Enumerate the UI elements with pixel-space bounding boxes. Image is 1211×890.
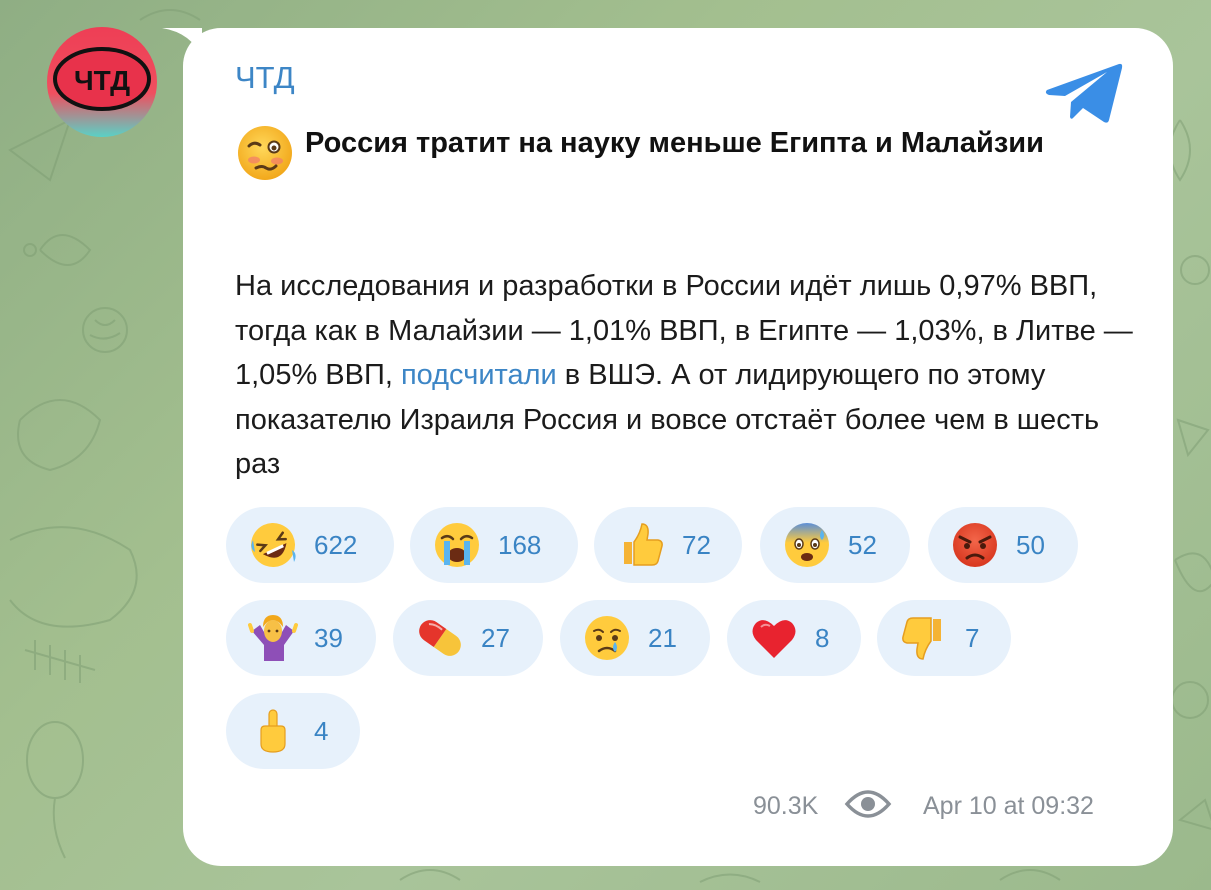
reaction-count: 168 xyxy=(498,529,542,560)
rolling-on-floor-laughing-icon xyxy=(251,523,296,567)
eye-icon xyxy=(844,790,892,818)
svg-text:ЧТД: ЧТД xyxy=(74,65,130,96)
reaction-count: 622 xyxy=(314,529,358,560)
reaction-shrug[interactable]: 39 xyxy=(226,600,376,676)
reaction-count: 21 xyxy=(648,622,677,653)
view-count: 90.3K xyxy=(753,792,819,820)
channel-name[interactable]: ЧТД xyxy=(235,60,295,96)
reaction-loudly-crying[interactable]: 168 xyxy=(410,507,578,583)
reaction-anxious[interactable]: 52 xyxy=(760,507,910,583)
reaction-count: 52 xyxy=(848,529,877,560)
crying-face-icon xyxy=(585,616,629,660)
reaction-rofl[interactable]: 622 xyxy=(226,507,394,583)
post-title: Россия тратит на науку меньше Египта и М… xyxy=(305,127,1044,159)
reaction-count: 7 xyxy=(965,622,980,653)
person-shrugging-icon xyxy=(248,615,298,661)
reaction-count: 72 xyxy=(682,529,711,560)
middle-finger-icon xyxy=(260,709,286,753)
reaction-count: 4 xyxy=(314,715,329,746)
reaction-count: 39 xyxy=(314,622,343,653)
reaction-pill[interactable]: 27 xyxy=(393,600,543,676)
reaction-count: 50 xyxy=(1016,529,1045,560)
reaction-thumbs-down[interactable]: 7 xyxy=(877,600,1011,676)
message-timestamp: Apr 10 at 09:32 xyxy=(923,792,1094,820)
anxious-face-with-sweat-icon xyxy=(785,523,829,567)
angry-face-icon xyxy=(953,523,997,567)
channel-avatar[interactable]: ЧТД xyxy=(47,27,157,137)
thumbs-up-icon xyxy=(624,523,663,566)
reaction-count: 8 xyxy=(815,622,830,653)
pill-icon xyxy=(419,620,461,656)
source-link[interactable]: подсчитали xyxy=(401,359,557,391)
reaction-crying[interactable]: 21 xyxy=(560,600,710,676)
reaction-angry[interactable]: 50 xyxy=(928,507,1078,583)
telegram-icon[interactable] xyxy=(1043,60,1125,126)
reaction-thumbs-up[interactable]: 72 xyxy=(594,507,742,583)
channel-logo: ЧТД xyxy=(53,47,151,111)
post-body: На исследования и разработки в России ид… xyxy=(235,264,1135,487)
reaction-heart[interactable]: 8 xyxy=(727,600,861,676)
thumbs-down-icon xyxy=(902,617,941,660)
red-heart-icon xyxy=(752,620,796,658)
reaction-count: 27 xyxy=(481,622,510,653)
reaction-middle-finger[interactable]: 4 xyxy=(226,693,360,769)
loudly-crying-face-icon xyxy=(435,523,479,567)
